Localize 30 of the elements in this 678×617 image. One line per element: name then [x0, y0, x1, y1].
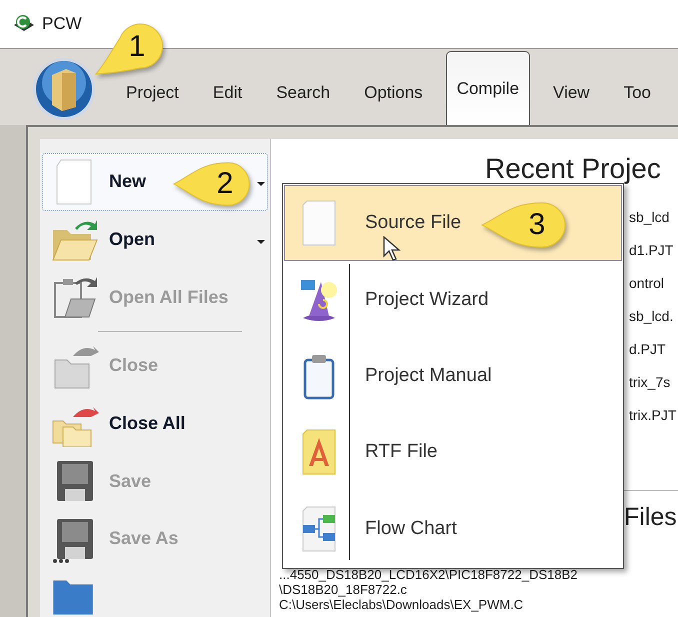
ribbon-tab[interactable]: Compile [446, 51, 530, 125]
section-heading: Files [624, 502, 677, 533]
pointer-icon [383, 236, 401, 262]
ribbon-tab[interactable]: View [542, 78, 601, 106]
recent-project-link[interactable]: ontrol [629, 267, 678, 300]
ribbon-tab[interactable]: Edit [202, 78, 254, 106]
recent-project-link[interactable]: sb_lcd [629, 201, 678, 234]
menu-item[interactable]: Flow Chart [284, 490, 622, 568]
menu-item[interactable]: Project Manual [284, 338, 622, 414]
ribbon-tab[interactable]: Too [612, 78, 662, 106]
ribbon-tab[interactable]: Project [115, 78, 190, 106]
recent-file-link[interactable]: \DS18B20_18F8722.c [279, 582, 678, 597]
ribbon-tab[interactable]: Options [353, 78, 434, 106]
window-title: PCW [42, 14, 82, 34]
menu-item[interactable]: RTF File [284, 414, 622, 491]
menu-item[interactable]: Project Wizard [284, 261, 622, 338]
menu-item[interactable]: Close All [42, 394, 268, 452]
recent-file-link[interactable]: C:\Users\Eleclabs\Downloads\EX_PWM.C [279, 597, 678, 612]
recent-project-link[interactable]: sb_lcd. [629, 300, 678, 333]
recent-project-link[interactable]: trix.PJT [629, 399, 678, 432]
app-orb-icon[interactable] [32, 57, 96, 121]
recent-file-link[interactable]: ...4550_DS18B20_LCD16X2\PIC18F8722_DS18B2 [279, 567, 678, 582]
callout-marker: 2 [172, 160, 252, 208]
recent-project-link[interactable]: d1.PJT [629, 234, 678, 267]
section-heading: Recent Projec [485, 153, 661, 185]
recent-project-link[interactable]: trix_7s [629, 366, 678, 399]
callout-marker: 3 [480, 200, 568, 250]
ribbon-tab[interactable]: Search [265, 78, 342, 106]
recent-project-link[interactable]: d.PJT [629, 333, 678, 366]
menu-item[interactable]: Open [42, 210, 268, 268]
